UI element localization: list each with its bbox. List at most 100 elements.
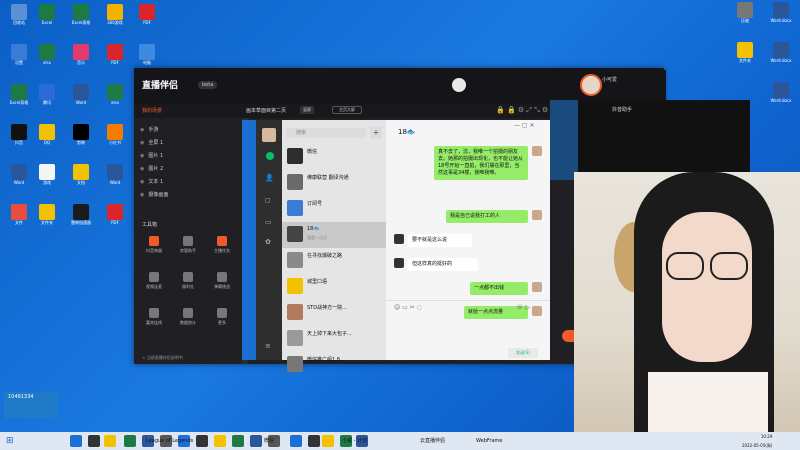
tool-button[interactable]: 数据统计 xyxy=(178,308,198,326)
favorites-icon[interactable]: ◻ xyxy=(265,196,271,204)
message-bubble[interactable]: 一点都不出钱 xyxy=(470,282,528,295)
chat-list-item[interactable]: 佛康联营 翻译沟通 xyxy=(282,170,386,196)
desktop-icon[interactable]: QQ xyxy=(32,124,62,145)
eye-icon[interactable]: ◉ xyxy=(140,179,144,185)
desktop-icon[interactable]: Excel表格 xyxy=(4,84,34,105)
taskbar-app-icon[interactable] xyxy=(124,435,136,447)
desktop-icon[interactable]: 360游戏 xyxy=(100,4,130,25)
layer-item[interactable]: ◉ 图片 2 xyxy=(140,163,236,175)
taskbar-item[interactable]: WebFrame xyxy=(476,435,502,447)
desktop-icon[interactable]: PDF xyxy=(100,204,130,225)
taskbar-item[interactable]: 微信 xyxy=(264,435,274,447)
chat-window-controls[interactable]: — ▢ ✕ xyxy=(514,122,535,129)
desktop-icon[interactable]: 设置 xyxy=(4,44,34,65)
menu-icon[interactable]: ≡ xyxy=(265,342,271,350)
scene-badge[interactable]: 竖屏 xyxy=(300,106,314,114)
input-toolbar[interactable]: ☺ ▭ ✂ ◌ xyxy=(394,304,422,311)
chat-list-item[interactable]: 订阅号 xyxy=(282,196,386,222)
chat-list-item[interactable]: 城里口语 xyxy=(282,274,386,300)
eye-icon[interactable]: ◉ xyxy=(140,192,144,198)
taskbar-app-icon[interactable] xyxy=(104,435,116,447)
taskbar-app-icon[interactable] xyxy=(322,435,334,447)
desktop-icon[interactable]: Word.docx xyxy=(766,2,796,23)
scene-label[interactable]: 我的场景 xyxy=(142,107,162,114)
desktop-icon[interactable]: 文件 xyxy=(4,204,34,225)
chat-list-item[interactable]: 微信推广组1.8 xyxy=(282,352,386,378)
desktop-icon[interactable]: 游戏 xyxy=(32,164,62,185)
taskbar-item[interactable]: League of Legends xyxy=(146,435,193,447)
chat-list-item[interactable]: 18🐟 我就一点点 xyxy=(282,222,386,248)
desktop-icon[interactable]: 腾讯 xyxy=(32,84,62,105)
message-bubble[interactable]: 但这样真的挺好的 xyxy=(408,258,478,271)
desktop-icon[interactable]: Excel xyxy=(32,4,62,25)
desktop-icon[interactable]: 压缩 xyxy=(730,2,760,23)
avatar[interactable] xyxy=(452,78,466,92)
desktop-icon[interactable]: Word xyxy=(100,164,130,185)
taskbar-item[interactable]: 云直播伴侣 xyxy=(420,435,445,447)
desktop-icon[interactable]: Word xyxy=(4,164,34,185)
desktop-icon[interactable]: 抖音 xyxy=(4,124,34,145)
chat-list-item[interactable]: 微信 xyxy=(282,144,386,170)
chat-list-item[interactable]: 在寻找爆破之路 xyxy=(282,248,386,274)
layer-item[interactable]: ◉ 文本 1 xyxy=(140,176,236,188)
desktop-icon[interactable]: 小红书 xyxy=(100,124,130,145)
taskbar-app-icon[interactable] xyxy=(88,435,100,447)
search-input[interactable]: 搜索 xyxy=(286,128,366,138)
clock[interactable]: 10:29 2022-05-05(周) xyxy=(742,432,772,448)
taskbar-item[interactable]: 小说 - 计划 xyxy=(342,435,367,447)
send-button[interactable]: 发送(S) xyxy=(508,348,538,358)
desktop-icon[interactable]: 音乐 xyxy=(66,44,96,65)
taskbar-app-icon[interactable] xyxy=(232,435,244,447)
chat-icon[interactable] xyxy=(266,152,274,160)
desktop-icon[interactable]: Excel表格 xyxy=(66,4,96,25)
scene-tab2[interactable]: 主页大屏 xyxy=(332,106,362,114)
layer-item[interactable]: ◉ 摄像画面 xyxy=(140,189,236,201)
taskbar-app-icon[interactable] xyxy=(196,435,208,447)
desktop-icon[interactable]: 文件夹 xyxy=(32,204,62,225)
chat-list-item[interactable]: STD战神方一院... xyxy=(282,300,386,326)
desktop-icon[interactable]: 剪映 xyxy=(66,124,96,145)
message-bubble[interactable]: 我是自己说我打工的人 xyxy=(446,210,528,223)
desktop-icon[interactable]: Word.docx xyxy=(766,82,796,103)
layer-item[interactable]: ◉ 图片 1 xyxy=(140,150,236,162)
taskbar-app-icon[interactable] xyxy=(250,435,262,447)
eye-icon[interactable]: ◉ xyxy=(140,140,144,146)
taskbar-app-icon[interactable] xyxy=(214,435,226,447)
taskbar-app-icon[interactable] xyxy=(308,435,320,447)
desktop-icon[interactable]: xlsx xyxy=(100,84,130,105)
desktop-icon[interactable]: PDF xyxy=(100,44,130,65)
tool-button[interactable]: 弹幕挑战 xyxy=(212,272,232,290)
layer-item[interactable]: ◉ 手游 xyxy=(140,124,236,136)
desktop-icon[interactable]: 雷神加速器 xyxy=(66,204,96,225)
my-avatar[interactable] xyxy=(262,128,276,142)
message-input[interactable] xyxy=(396,318,536,342)
message-bubble[interactable]: 要不就是这么说 xyxy=(408,234,472,247)
desktop-icon[interactable]: 回收站 xyxy=(4,4,34,25)
tool-button[interactable]: 视频连麦 xyxy=(144,272,164,290)
files-icon[interactable]: ▭ xyxy=(265,218,272,226)
tool-button[interactable]: 嘉宾连线 xyxy=(144,308,164,326)
eye-icon[interactable]: ◉ xyxy=(140,127,144,133)
desktop-icon[interactable]: xlsx xyxy=(32,44,62,65)
message-bubble[interactable]: 真不去了，沈，我唯一个拍摄的朋友去。她那的拍摄出现化，也不能让她从18号开始一直… xyxy=(434,146,528,180)
moments-icon[interactable]: ✿ xyxy=(265,238,271,246)
desktop-icon[interactable]: 文件夹 xyxy=(730,42,760,63)
tool-button[interactable]: 更多 xyxy=(212,308,232,326)
eye-icon[interactable]: ◉ xyxy=(140,153,144,159)
add-chat-button[interactable]: + xyxy=(370,127,382,139)
layer-item[interactable]: ◉ 全屏 1 xyxy=(140,137,236,149)
desktop-icon[interactable]: Word xyxy=(66,84,96,105)
eye-icon[interactable]: ◉ xyxy=(140,166,144,172)
call-icons[interactable]: ☏ ▷ xyxy=(516,304,530,311)
desktop-icon[interactable]: Word.docx xyxy=(766,42,796,63)
chat-list-item[interactable]: 天上掉下来大包子... xyxy=(282,326,386,352)
desktop-icon[interactable]: 电脑 xyxy=(132,44,162,65)
tool-button[interactable]: 抖音神器 xyxy=(144,236,164,254)
tool-button[interactable]: 主播任务 xyxy=(212,236,232,254)
toolbar-icons[interactable]: 🔒 🔒 ⚙ ⤢ ⤡ ⚙ xyxy=(496,106,548,115)
desktop-icon[interactable]: PDF xyxy=(132,4,162,25)
taskbar-app-icon[interactable] xyxy=(290,435,302,447)
contacts-icon[interactable]: 👤 xyxy=(265,174,274,182)
tool-button[interactable]: 房管助手 xyxy=(178,236,198,254)
desktop-icon[interactable]: 文档 xyxy=(66,164,96,185)
